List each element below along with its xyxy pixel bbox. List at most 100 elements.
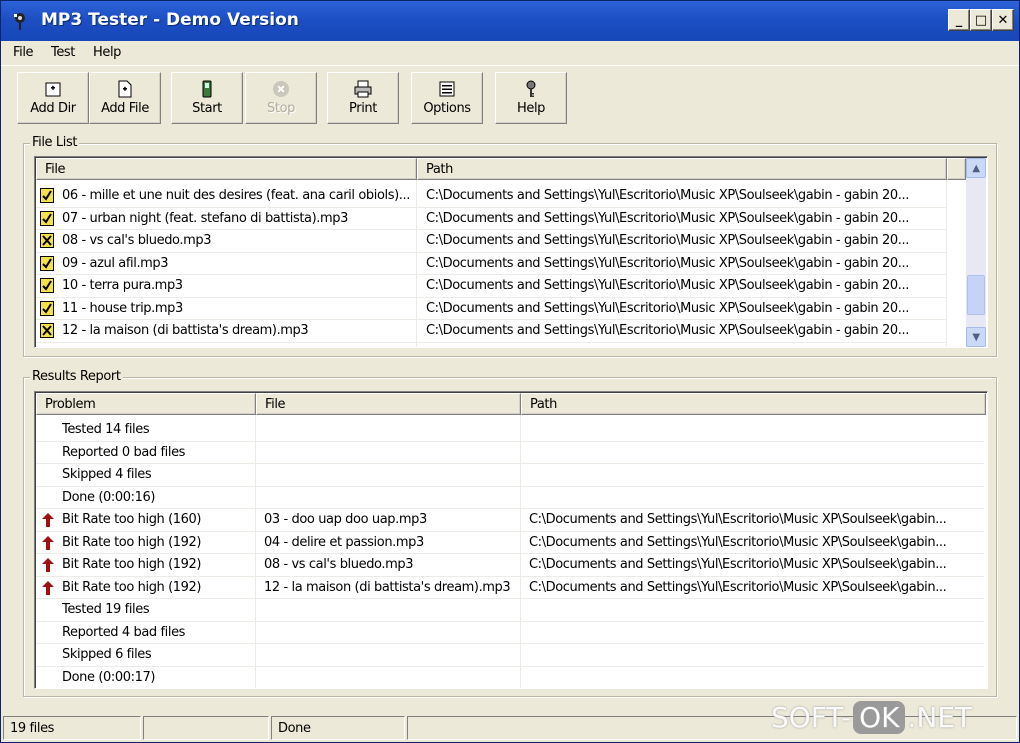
result-path: C:\Documents and Settings\Yul\Escritorio… <box>529 512 947 527</box>
file-name: 11 - house trip.mp3 <box>62 300 183 316</box>
result-file: 08 - vs cal's bluedo.mp3 <box>264 557 414 572</box>
result-row[interactable]: Bit Rate too high (160) 03 - doo uap doo … <box>36 509 986 531</box>
toolbar: Add Dir Add File Start Stop Print Option… <box>1 65 1019 125</box>
column-path[interactable]: Path <box>417 158 947 180</box>
column-filler <box>947 158 966 180</box>
result-row[interactable]: Skipped 6 files <box>36 644 986 666</box>
print-button[interactable]: Print <box>327 72 399 124</box>
error-x-icon <box>40 323 54 338</box>
check-icon <box>40 300 54 316</box>
options-icon <box>439 81 455 97</box>
status-file-count: 19 files <box>3 716 141 740</box>
file-list-row[interactable]: 10 - terra pura.mp3 C:\Documents and Sett… <box>36 275 966 297</box>
menu-bar: File Test Help <box>1 41 1019 65</box>
result-row[interactable]: Tested 14 files <box>36 419 986 441</box>
column-result-file[interactable]: File <box>256 393 521 415</box>
result-row[interactable]: Done (0:00:16) <box>36 487 986 509</box>
help-icon <box>526 80 536 97</box>
file-list-row[interactable]: 11 - house trip.mp3 C:\Documents and Sett… <box>36 298 966 320</box>
up-arrow-icon <box>42 580 54 595</box>
menu-file[interactable]: File <box>13 45 34 60</box>
file-name: 09 - azul afil.mp3 <box>62 255 169 271</box>
stop-button[interactable]: Stop <box>245 72 317 124</box>
problem-text: Bit Rate too high (160) <box>62 512 202 527</box>
file-path: C:\Documents and Settings\Yul\Escritorio… <box>426 233 909 248</box>
problem-text: Reported 0 bad files <box>62 444 186 460</box>
file-path: C:\Documents and Settings\Yul\Escritorio… <box>426 323 909 338</box>
problem-text: Done (0:00:16) <box>62 489 155 505</box>
result-row[interactable]: Bit Rate too high (192) 08 - vs cal's blu… <box>36 554 986 576</box>
check-icon <box>40 278 54 293</box>
check-icon <box>40 210 54 226</box>
gridline <box>36 688 984 689</box>
add-dir-icon <box>45 82 61 97</box>
problem-text: Tested 14 files <box>62 422 150 437</box>
result-row[interactable]: Reported 4 bad files <box>36 622 986 644</box>
results-title: Results Report <box>30 369 123 384</box>
printer-icon <box>354 80 372 98</box>
problem-text: Skipped 4 files <box>62 467 152 482</box>
watermark-logo: SOFT- OK .NET <box>771 701 973 734</box>
problem-text: Skipped 6 files <box>62 647 152 662</box>
app-icon <box>14 13 25 30</box>
column-problem[interactable]: Problem <box>36 393 256 415</box>
options-button[interactable]: Options <box>411 72 483 124</box>
file-name: 07 - urban night (feat. stefano di batti… <box>62 210 349 226</box>
result-file: 12 - la maison (di battista's dream).mp3 <box>264 579 511 595</box>
app-window: MP3 Tester - Demo Version _ □ ✕ File Tes… <box>0 0 1020 743</box>
check-icon <box>40 188 54 203</box>
help-button[interactable]: Help <box>495 72 567 124</box>
file-name: 12 - la maison (di battista's dream).mp3 <box>62 323 309 338</box>
file-path: C:\Documents and Settings\Yul\Escritorio… <box>426 278 909 293</box>
minimize-button[interactable]: _ <box>948 9 970 31</box>
file-name: 10 - terra pura.mp3 <box>62 278 183 293</box>
problem-text: Reported 4 bad files <box>62 624 186 640</box>
file-path: C:\Documents and Settings\Yul\Escritorio… <box>426 188 909 203</box>
close-button[interactable]: ✕ <box>992 9 1014 31</box>
result-path: C:\Documents and Settings\Yul\Escritorio… <box>529 557 947 572</box>
file-list-row[interactable]: 07 - urban night (feat. stefano di batti… <box>36 208 966 230</box>
error-x-icon <box>40 233 54 248</box>
scroll-up-button[interactable]: ▲ <box>966 158 986 178</box>
scroll-down-button[interactable]: ▼ <box>966 327 986 347</box>
file-list-row[interactable]: 06 - mille et une nuit des desires (feat… <box>36 185 966 207</box>
file-name: 08 - vs cal's bluedo.mp3 <box>62 233 212 248</box>
file-path: C:\Documents and Settings\Yul\Escritorio… <box>426 210 909 226</box>
check-icon <box>40 255 54 271</box>
menu-help[interactable]: Help <box>93 45 121 60</box>
file-list-row[interactable]: 08 - vs cal's bluedo.mp3 C:\Documents and… <box>36 230 966 252</box>
add-file-button[interactable]: Add File <box>89 72 161 124</box>
file-list-row[interactable]: 12 - la maison (di battista's dream).mp3… <box>36 320 966 342</box>
start-button[interactable]: Start <box>171 72 243 124</box>
result-row[interactable]: Bit Rate too high (192) 12 - la maison (d… <box>36 577 986 599</box>
file-list-row[interactable]: 09 - azul afil.mp3 C:\Documents and Setti… <box>36 253 966 275</box>
scroll-thumb[interactable] <box>967 275 985 315</box>
results-list-view[interactable]: Problem File Path Tested 14 files Reporte… <box>34 391 988 689</box>
problem-text: Bit Rate too high (192) <box>62 557 202 572</box>
result-file: 03 - doo uap doo uap.mp3 <box>264 512 427 527</box>
window-title: MP3 Tester - Demo Version <box>41 10 299 30</box>
title-bar[interactable]: MP3 Tester - Demo Version _ □ ✕ <box>1 1 1019 41</box>
column-result-path[interactable]: Path <box>521 393 986 415</box>
menu-test[interactable]: Test <box>51 45 75 60</box>
maximize-button[interactable]: □ <box>970 9 992 31</box>
file-list-view[interactable]: File Path 06 - mille et une nuit des des… <box>34 156 988 348</box>
result-file: 04 - delire et passion.mp3 <box>264 534 424 550</box>
add-dir-button[interactable]: Add Dir <box>17 72 89 124</box>
result-path: C:\Documents and Settings\Yul\Escritorio… <box>529 579 947 595</box>
up-arrow-icon <box>42 513 54 527</box>
file-path: C:\Documents and Settings\Yul\Escritorio… <box>426 300 909 316</box>
up-arrow-icon <box>42 558 54 572</box>
up-arrow-icon <box>42 535 54 550</box>
problem-text: Done (0:00:17) <box>62 669 155 685</box>
result-path: C:\Documents and Settings\Yul\Escritorio… <box>529 534 947 550</box>
file-list-scrollbar[interactable]: ▲ ▼ <box>966 158 986 347</box>
result-row[interactable]: Reported 0 bad files <box>36 442 986 464</box>
result-row[interactable]: Tested 19 files <box>36 599 986 621</box>
result-row[interactable]: Bit Rate too high (192) 04 - delire et pa… <box>36 532 986 554</box>
result-row[interactable]: Done (0:00:17) <box>36 667 986 689</box>
column-file[interactable]: File <box>36 158 417 180</box>
result-row[interactable]: Skipped 4 files <box>36 464 986 486</box>
battery-icon <box>202 80 212 98</box>
stop-icon <box>273 81 289 97</box>
